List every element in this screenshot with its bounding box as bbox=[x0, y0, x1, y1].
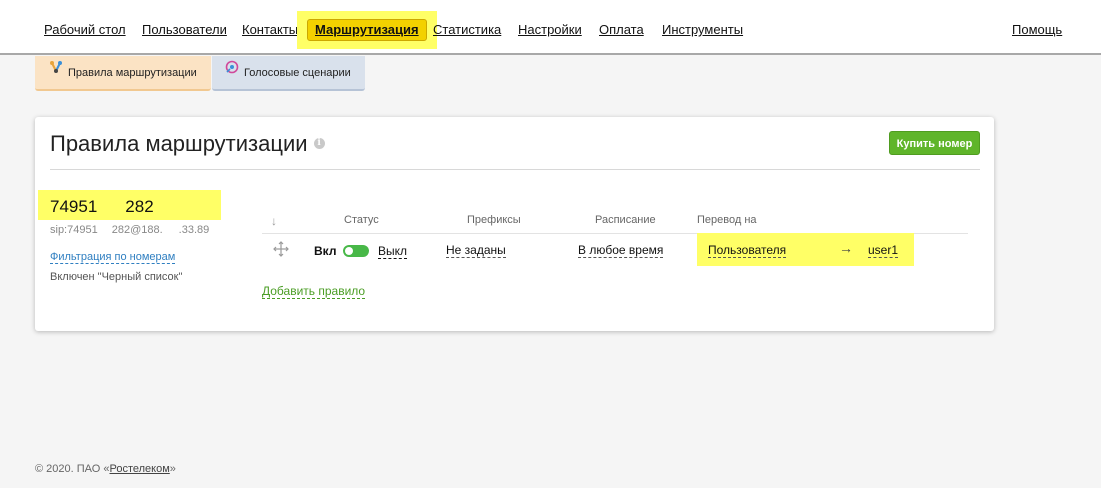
status-off-label[interactable]: Выкл bbox=[378, 244, 408, 259]
tab-routing-rules[interactable]: Правила маршрутизации bbox=[35, 56, 211, 91]
footer-prefix: © 2020. ПАО « bbox=[35, 463, 110, 475]
forward-arrow-icon: → bbox=[839, 240, 853, 256]
phone-number: 74951 282 bbox=[50, 197, 154, 217]
nav-item-users[interactable]: Пользователи bbox=[142, 22, 227, 37]
drag-handle-icon[interactable] bbox=[273, 241, 289, 262]
title-divider bbox=[50, 169, 980, 170]
number-filter-link[interactable]: Фильтрация по номерам bbox=[50, 251, 176, 264]
page-title: Правила маршрутизации i bbox=[50, 131, 325, 157]
column-header-schedule: Расписание bbox=[595, 214, 656, 226]
status-on-label[interactable]: Вкл bbox=[314, 244, 336, 258]
nav-item-statistics[interactable]: Статистика bbox=[433, 22, 501, 37]
blacklist-status: Включен "Черный список" bbox=[50, 271, 183, 283]
nav-item-payment[interactable]: Оплата bbox=[599, 22, 644, 37]
top-nav: Рабочий стол Пользователи Контакты Маршр… bbox=[0, 0, 1101, 55]
column-header-status: Статус bbox=[344, 214, 379, 226]
footer: © 2020. ПАО «Ростелеком» bbox=[35, 463, 176, 475]
tab-voice-scenarios[interactable]: Голосовые сценарии bbox=[212, 56, 365, 91]
page-title-text: Правила маршрутизации bbox=[50, 131, 308, 156]
nav-item-tools[interactable]: Инструменты bbox=[662, 22, 743, 37]
phone-number-part2: 282 bbox=[125, 197, 154, 216]
sip-part2: 282@188. bbox=[111, 224, 163, 236]
tab-voice-scenarios-label: Голосовые сценарии bbox=[244, 67, 351, 79]
buy-number-button[interactable]: Купить номер bbox=[889, 131, 980, 155]
sip-address: sip:74951 282@188. .33.89 bbox=[50, 224, 209, 236]
tab-routing-rules-label: Правила маршрутизации bbox=[68, 67, 197, 79]
footer-suffix: » bbox=[169, 463, 176, 475]
nav-item-routing-label[interactable]: Маршрутизация bbox=[307, 19, 427, 41]
schedule-value[interactable]: В любое время bbox=[578, 243, 664, 258]
nav-item-help[interactable]: Помощь bbox=[1012, 22, 1062, 37]
routing-rules-icon bbox=[49, 54, 63, 89]
add-rule-link[interactable]: Добавить правило bbox=[262, 284, 366, 299]
sort-arrow-icon[interactable]: ↓ bbox=[271, 214, 277, 228]
prefixes-value[interactable]: Не заданы bbox=[446, 243, 506, 258]
column-header-forward: Перевод на bbox=[697, 214, 757, 226]
voice-scenario-icon bbox=[225, 54, 239, 89]
nav-item-settings[interactable]: Настройки bbox=[518, 22, 582, 37]
info-icon[interactable]: i bbox=[313, 138, 325, 150]
forward-type-select[interactable]: Пользователя bbox=[708, 243, 787, 258]
column-header-prefixes: Префиксы bbox=[467, 214, 521, 226]
phone-number-part1: 74951 bbox=[50, 197, 98, 216]
status-toggle[interactable] bbox=[343, 245, 369, 257]
sip-part1: sip:74951 bbox=[50, 224, 98, 236]
sip-part3: .33.89 bbox=[178, 224, 210, 236]
nav-item-desktop[interactable]: Рабочий стол bbox=[44, 22, 126, 37]
forward-target-select[interactable]: user1 bbox=[868, 243, 899, 258]
footer-company-link[interactable]: Ростелеком bbox=[109, 463, 169, 475]
nav-item-routing[interactable]: Маршрутизация bbox=[297, 11, 437, 49]
routing-rules-card: Правила маршрутизации i Купить номер 7495… bbox=[35, 117, 994, 331]
nav-item-contacts[interactable]: Контакты bbox=[242, 22, 298, 37]
